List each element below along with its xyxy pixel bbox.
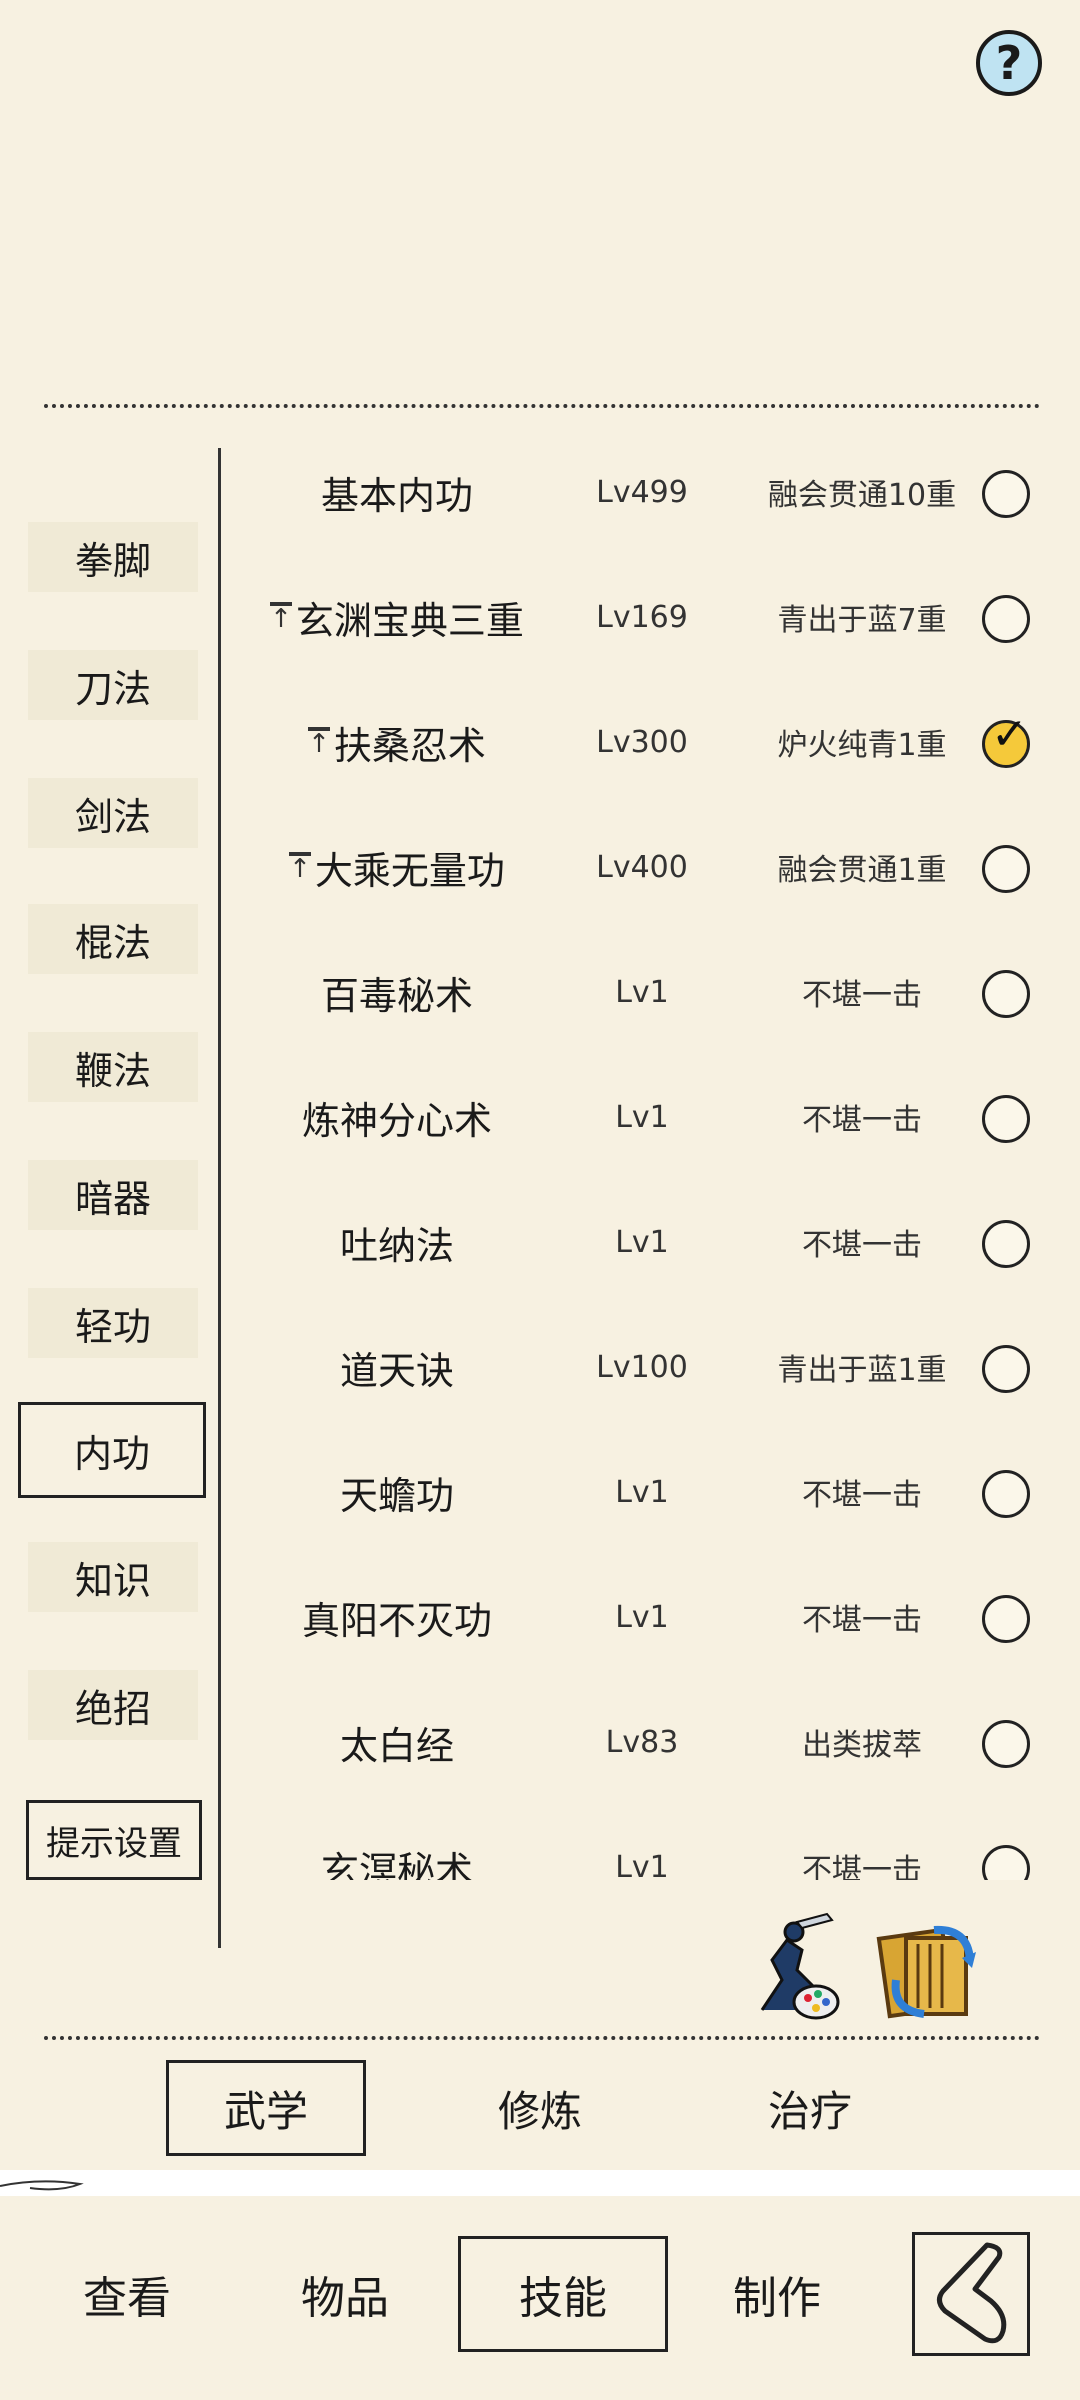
question-icon: ? xyxy=(995,36,1023,90)
help-button[interactable]: ? xyxy=(976,30,1042,96)
skill-checkbox[interactable] xyxy=(982,1220,1030,1268)
skill-rank: 不堪一击 xyxy=(802,978,922,1013)
skill-name-text: 基本内功 xyxy=(320,473,473,518)
skill-name-text: 真阳不灭功 xyxy=(301,1598,492,1643)
skill-name: 吐纳法 xyxy=(222,1180,572,1304)
skill-rank: 融会贯通1重 xyxy=(777,853,947,888)
skill-rank: 不堪一击 xyxy=(802,1603,922,1638)
skill-rank: 不堪一击 xyxy=(802,1103,922,1138)
sub-tab-bar: 武学 修炼 治疗 xyxy=(0,2060,1080,2160)
skill-name-text: 百毒秘术 xyxy=(320,973,473,1018)
skill-name-text: 玄渊宝典三重 xyxy=(295,598,524,643)
skill-name: 百毒秘术 xyxy=(222,930,572,1054)
skill-row[interactable]: ↑ 扶桑忍术 Lv300 炉火纯青1重 ✓ xyxy=(222,680,1062,804)
skill-row[interactable]: 天蟾功 Lv1 不堪一击 xyxy=(222,1430,1062,1554)
tab-zhiliao[interactable]: 治疗 xyxy=(710,2060,910,2156)
category-1[interactable]: 刀法 xyxy=(28,650,198,720)
skill-checkbox[interactable] xyxy=(982,1470,1030,1518)
upgrade-arrow-icon: ↑ xyxy=(270,602,292,634)
skill-rank: 青出于蓝7重 xyxy=(777,603,947,638)
swap-scroll-icon[interactable] xyxy=(876,1920,980,2020)
skill-name: 炼神分心术 xyxy=(222,1055,572,1179)
skill-checkbox[interactable] xyxy=(982,845,1030,893)
skill-checkbox[interactable] xyxy=(982,970,1030,1018)
skill-row[interactable]: 炼神分心术 Lv1 不堪一击 xyxy=(222,1055,1062,1179)
bottom-divider xyxy=(44,2036,1040,2040)
back-icon xyxy=(937,2242,1007,2344)
tab-xiulian[interactable]: 修炼 xyxy=(440,2060,640,2156)
category-0[interactable]: 拳脚 xyxy=(28,522,198,592)
skill-row[interactable]: 玄溟秘术 Lv1 不堪一击 xyxy=(222,1805,1062,1880)
nav-skills[interactable]: 技能 xyxy=(458,2236,668,2352)
category-8[interactable]: 知识 xyxy=(28,1542,198,1612)
skill-row[interactable]: 百毒秘术 Lv1 不堪一击 xyxy=(222,930,1062,1054)
category-5[interactable]: 暗器 xyxy=(28,1160,198,1230)
skill-checkbox[interactable] xyxy=(982,1720,1030,1768)
skill-checkbox[interactable] xyxy=(982,470,1030,518)
skill-name: 道天诀 xyxy=(222,1305,572,1429)
skill-name-text: 天蟾功 xyxy=(339,1473,454,1518)
skill-row[interactable]: 吐纳法 Lv1 不堪一击 xyxy=(222,1180,1062,1304)
nav-view[interactable]: 查看 xyxy=(22,2236,232,2352)
sidebar-divider xyxy=(218,448,221,1948)
nav-items[interactable]: 物品 xyxy=(240,2236,450,2352)
skill-rank: 不堪一击 xyxy=(802,1228,922,1263)
nav-craft[interactable]: 制作 xyxy=(672,2236,882,2352)
skill-checkbox[interactable] xyxy=(982,1095,1030,1143)
skill-name: ↑ 大乘无量功 xyxy=(222,805,572,929)
skill-row[interactable]: 太白经 Lv83 出类拔萃 xyxy=(222,1680,1062,1804)
skill-name: 真阳不灭功 xyxy=(222,1555,572,1679)
category-2[interactable]: 剑法 xyxy=(28,778,198,848)
skill-name-text: 太白经 xyxy=(339,1723,454,1768)
top-divider xyxy=(44,404,1040,408)
upgrade-arrow-icon: ↑ xyxy=(289,852,311,884)
skill-checkbox[interactable] xyxy=(982,595,1030,643)
upgrade-arrow-icon: ↑ xyxy=(308,727,330,759)
category-6[interactable]: 轻功 xyxy=(28,1288,198,1358)
skill-name: ↑ 扶桑忍术 xyxy=(222,680,572,804)
skill-name: 基本内功 xyxy=(222,430,572,554)
skill-name-text: 玄溟秘术 xyxy=(320,1848,473,1881)
skill-row[interactable]: ↑ 玄渊宝典三重 Lv169 青出于蓝7重 xyxy=(222,555,1062,679)
skill-row[interactable]: 基本内功 Lv499 融会贯通10重 xyxy=(222,430,1062,554)
skill-row[interactable]: 真阳不灭功 Lv1 不堪一击 xyxy=(222,1555,1062,1679)
hint-settings-button[interactable]: 提示设置 xyxy=(26,1800,202,1880)
skill-rank: 炉火纯青1重 xyxy=(777,728,947,763)
skill-name-text: 道天诀 xyxy=(339,1348,454,1393)
brush-stroke-divider xyxy=(0,2170,1080,2196)
skill-name-text: 扶桑忍术 xyxy=(333,723,486,768)
skill-checkbox[interactable] xyxy=(982,1845,1030,1880)
skill-rank: 出类拔萃 xyxy=(802,1728,922,1763)
skill-name: ↑ 玄渊宝典三重 xyxy=(222,555,572,679)
skill-name-text: 炼神分心术 xyxy=(301,1098,492,1143)
skill-checkbox[interactable] xyxy=(982,1595,1030,1643)
skill-checkbox[interactable] xyxy=(982,1345,1030,1393)
skill-name: 玄溟秘术 xyxy=(222,1805,572,1881)
skill-name-text: 大乘无量功 xyxy=(314,848,505,893)
tab-wuxue[interactable]: 武学 xyxy=(166,2060,366,2156)
skill-checkbox[interactable]: ✓ xyxy=(982,713,1030,768)
category-3[interactable]: 棍法 xyxy=(28,904,198,974)
skill-rank: 不堪一击 xyxy=(802,1478,922,1513)
skill-name: 天蟾功 xyxy=(222,1430,572,1554)
skill-rank: 融会贯通10重 xyxy=(767,478,957,513)
category-9[interactable]: 绝招 xyxy=(28,1670,198,1740)
skill-list[interactable]: 基本内功 Lv499 融会贯通10重 ↑ 玄渊宝典三重 Lv169 青出于蓝7重 ↑ 扶桑忍术 L… xyxy=(222,430,1062,1880)
back-button[interactable] xyxy=(912,2232,1030,2356)
skill-rank: 青出于蓝1重 xyxy=(777,1353,947,1388)
ninja-palette-icon[interactable] xyxy=(742,1910,842,2022)
skill-row[interactable]: ↑ 大乘无量功 Lv400 融会贯通1重 xyxy=(222,805,1062,929)
category-4[interactable]: 鞭法 xyxy=(28,1032,198,1102)
skill-row[interactable]: 道天诀 Lv100 青出于蓝1重 xyxy=(222,1305,1062,1429)
skill-name-text: 吐纳法 xyxy=(339,1223,454,1268)
check-icon: ✓ xyxy=(991,709,1028,760)
bottom-nav: 查看 物品 技能 制作 xyxy=(0,2200,1080,2400)
skill-name: 太白经 xyxy=(222,1680,572,1804)
skill-rank: 不堪一击 xyxy=(802,1853,922,1880)
category-7[interactable]: 内功 xyxy=(18,1402,206,1498)
